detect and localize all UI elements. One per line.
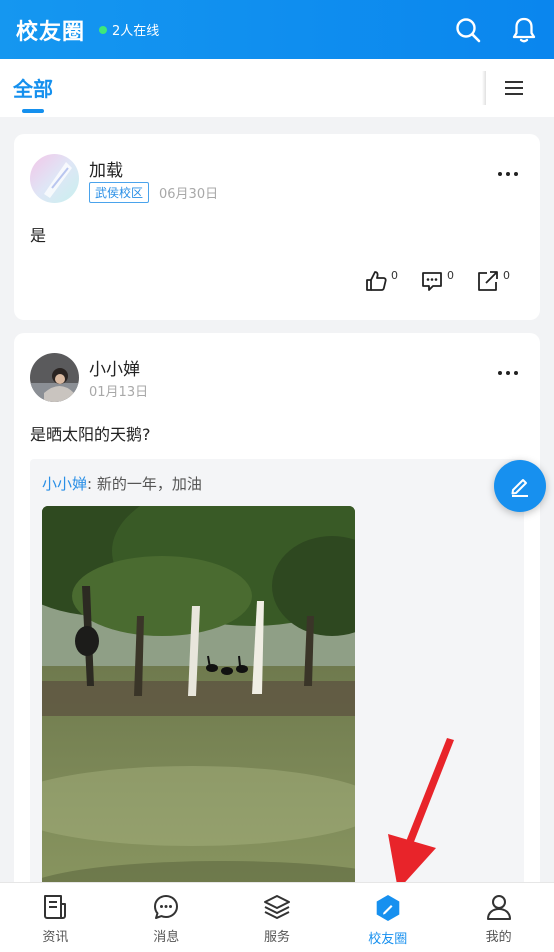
online-count: 2人在线 (112, 24, 160, 39)
author-name[interactable]: 加载 (89, 156, 123, 181)
more-options-button[interactable] (498, 172, 518, 176)
dot-icon (506, 371, 510, 375)
comment-button[interactable]: 0 (420, 269, 454, 293)
photo-image (42, 506, 355, 926)
post-actions: 0 0 0 (364, 269, 510, 293)
tab-divider (482, 71, 486, 105)
thumbs-up-icon (366, 271, 387, 291)
dot-icon (514, 172, 518, 176)
post-text: 是 (30, 226, 47, 245)
dot-icon (514, 371, 518, 375)
repost-caption: 小小婵: 新的一年，加油 (42, 473, 202, 494)
dot-icon (498, 371, 502, 375)
dot-icon (498, 172, 502, 176)
post-text: 是晒太阳的天鹅? (30, 425, 151, 444)
comment-icon (422, 272, 442, 291)
nav-label: 资讯 (42, 930, 69, 945)
post-date: 06月30日 (159, 187, 219, 202)
like-button[interactable]: 0 (364, 269, 398, 293)
dot-icon (506, 172, 510, 176)
search-icon (456, 17, 481, 42)
campus-badge: 武侯校区 (89, 182, 150, 203)
nav-item-services[interactable]: 服务 (222, 883, 333, 952)
notification-button[interactable] (510, 16, 538, 44)
alumni-icon (376, 895, 400, 921)
nav-label: 消息 (153, 930, 180, 945)
tab-bar: 全部 (0, 59, 554, 117)
top-bar: 校友圈 2人在线 (0, 0, 554, 59)
nav-item-messages[interactable]: 消息 (111, 883, 222, 952)
tab-all[interactable]: 全部 (13, 73, 53, 102)
tab-underline (22, 109, 44, 113)
avatar-image (30, 154, 79, 203)
post-date: 01月13日 (89, 385, 149, 400)
online-status: 2人在线 (99, 20, 159, 39)
nav-item-profile[interactable]: 我的 (443, 883, 554, 952)
layers-icon (263, 895, 290, 919)
search-button[interactable] (454, 16, 482, 44)
post-card[interactable]: 加载 武侯校区 06月30日 是 0 0 0 (14, 134, 540, 320)
nav-item-news[interactable]: 资讯 (0, 883, 111, 952)
post-card[interactable]: 小小婵 01月13日 是晒太阳的天鹅? 小小婵: 新的一年，加油 (14, 333, 540, 952)
repost-separator: : (87, 475, 93, 493)
compose-button[interactable] (494, 460, 546, 512)
repost-text: 新的一年，加油 (96, 475, 202, 493)
user-icon (486, 895, 511, 920)
page-title: 校友圈 (16, 19, 86, 45)
more-options-button[interactable] (498, 371, 518, 375)
online-dot (99, 25, 108, 34)
menu-icon (505, 81, 523, 95)
message-icon (154, 895, 179, 919)
nav-label: 服务 (263, 930, 290, 945)
like-count: 0 (391, 269, 398, 282)
bottom-nav: 资讯 消息 服务 校友圈 我的 (0, 882, 554, 952)
bell-icon (512, 17, 536, 42)
annotation-arrow-icon (388, 738, 454, 890)
nav-label: 我的 (485, 930, 512, 945)
comment-count: 0 (447, 269, 454, 282)
avatar[interactable] (30, 353, 79, 402)
avatar[interactable] (30, 154, 79, 203)
nav-label: 校友圈 (368, 932, 408, 947)
post-photo[interactable] (42, 506, 355, 926)
news-icon (44, 895, 67, 919)
pencil-icon (511, 479, 528, 497)
share-button[interactable]: 0 (476, 269, 510, 293)
share-count: 0 (503, 269, 510, 282)
share-icon (478, 271, 498, 291)
repost-author[interactable]: 小小婵 (42, 475, 87, 493)
category-menu-button[interactable] (500, 74, 528, 106)
author-name[interactable]: 小小婵 (89, 355, 140, 380)
avatar-image (30, 353, 79, 402)
nav-item-alumni[interactable]: 校友圈 (332, 883, 443, 952)
